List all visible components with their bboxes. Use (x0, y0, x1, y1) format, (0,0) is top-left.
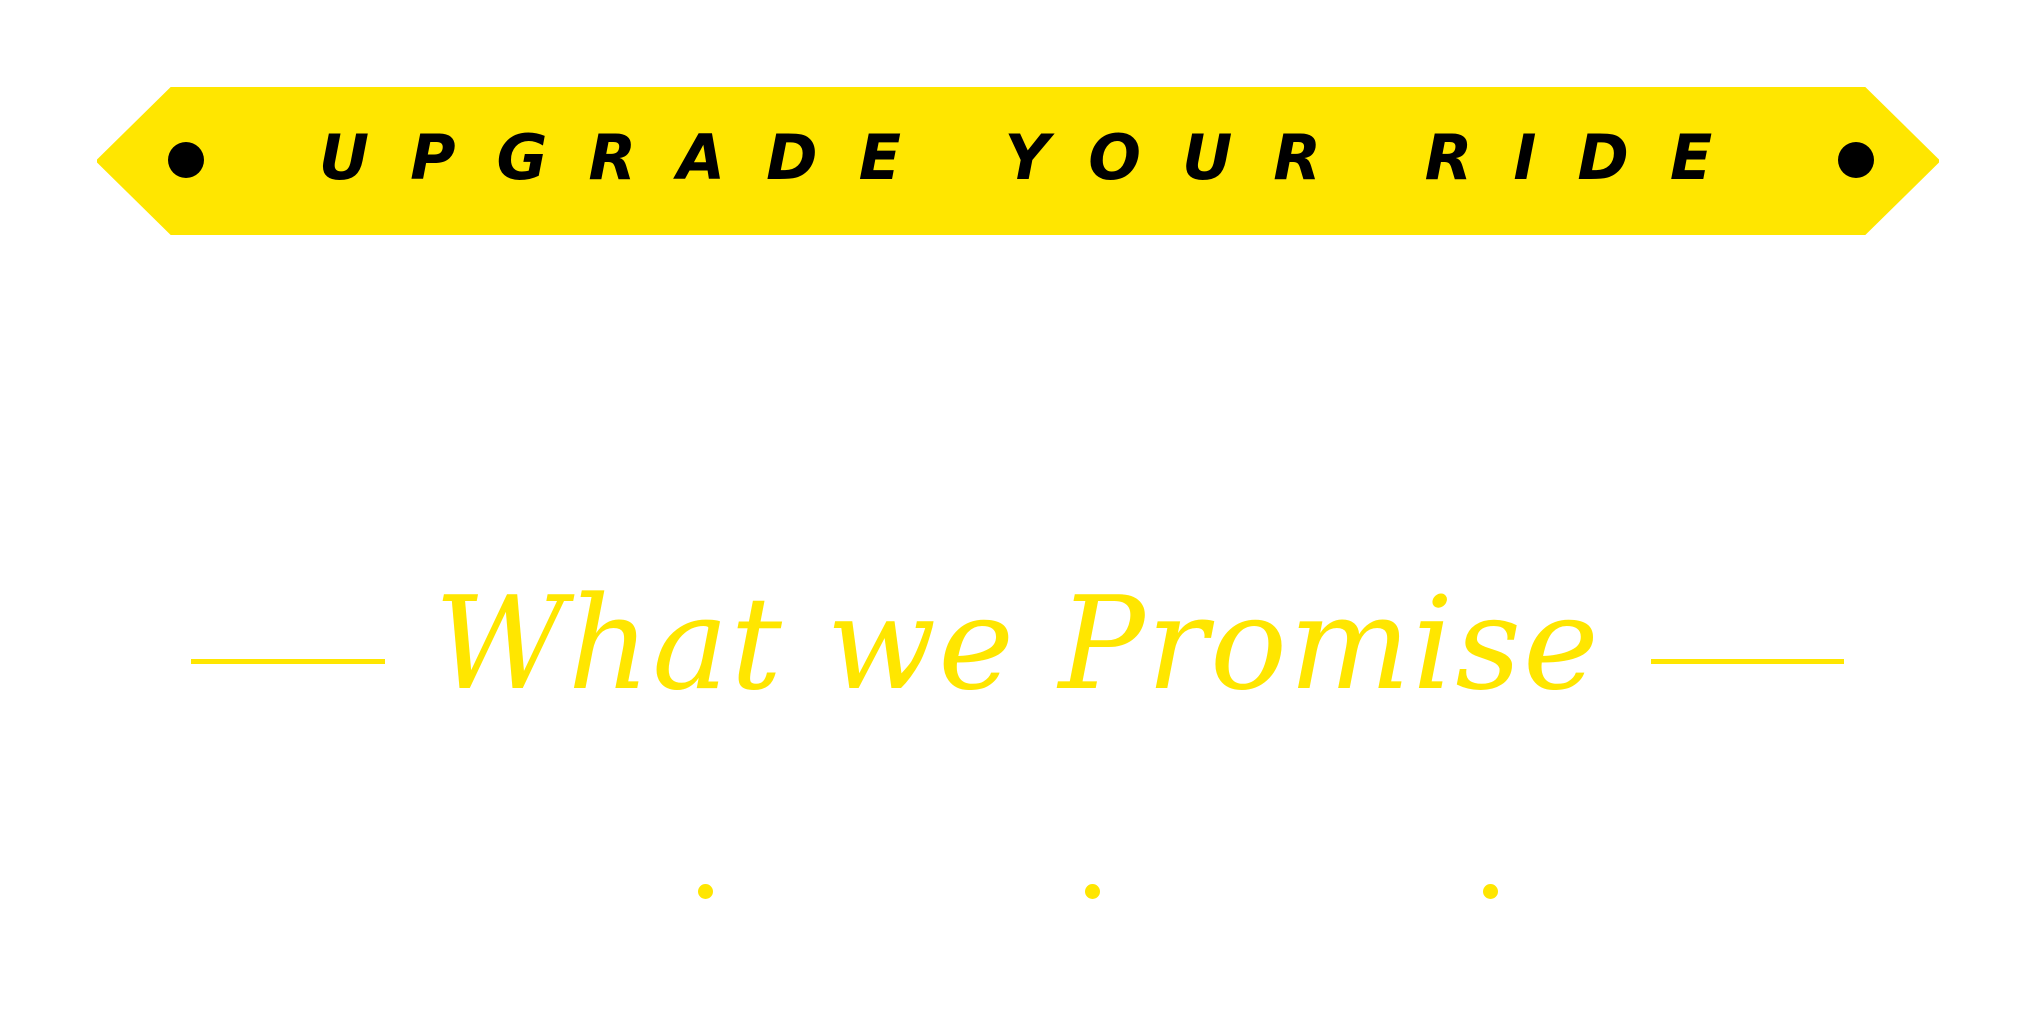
heading-divider-right (1651, 659, 1844, 664)
decorative-dot-1 (698, 884, 713, 899)
decorative-dot-2 (1085, 884, 1100, 899)
heading-divider-left (191, 659, 385, 664)
section-heading: What we Promise (0, 565, 2031, 725)
section-title: What we Promise (434, 570, 1601, 719)
banner-title: UPGRADE YOUR RIDE (318, 121, 1754, 194)
decorative-dot-3 (1483, 884, 1498, 899)
page: UPGRADE YOUR RIDE What we Promise (0, 0, 2031, 1012)
